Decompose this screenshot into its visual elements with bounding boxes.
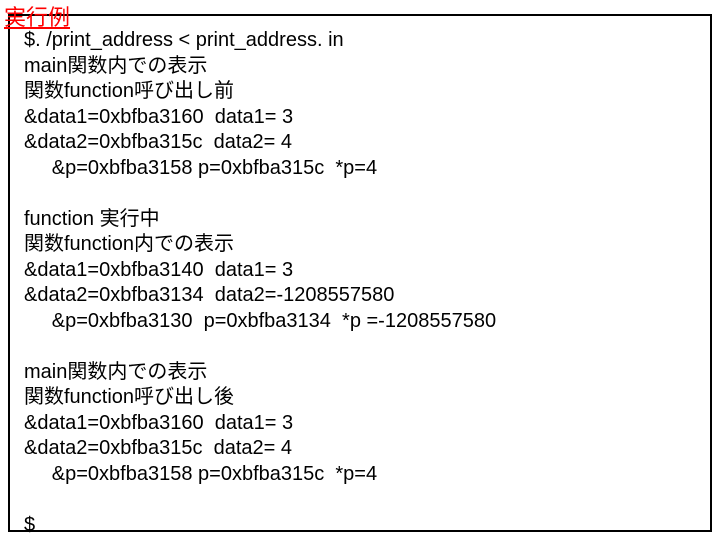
blank-line	[24, 335, 696, 360]
output-line: 関数function呼び出し後	[24, 385, 696, 411]
output-line: &data2=0xbfba315c data2= 4	[24, 436, 696, 462]
output-line: &data1=0xbfba3140 data1= 3	[24, 258, 696, 284]
page-container: 実行例 $. /print_address < print_address. i…	[0, 0, 720, 540]
output-line: &p=0xbfba3130 p=0xbfba3134 *p =-12085575…	[24, 309, 696, 335]
output-line: &data2=0xbfba3134 data2=-1208557580	[24, 283, 696, 309]
output-line: &data1=0xbfba3160 data1= 3	[24, 105, 696, 131]
shell-prompt: $	[24, 513, 696, 539]
output-line: &p=0xbfba3158 p=0xbfba315c *p=4	[24, 156, 696, 182]
output-line: &p=0xbfba3158 p=0xbfba315c *p=4	[24, 462, 696, 488]
section-title: 実行例	[4, 0, 70, 32]
output-line: main関数内での表示	[24, 360, 696, 386]
output-line: &data2=0xbfba315c data2= 4	[24, 130, 696, 156]
blank-line	[24, 488, 696, 513]
terminal-output-box: $. /print_address < print_address. in ma…	[8, 14, 712, 532]
output-line: 関数function内での表示	[24, 232, 696, 258]
output-line: 関数function呼び出し前	[24, 79, 696, 105]
output-line: main関数内での表示	[24, 54, 696, 80]
blank-line	[24, 182, 696, 207]
output-line: function 実行中	[24, 207, 696, 233]
output-line: &data1=0xbfba3160 data1= 3	[24, 411, 696, 437]
output-line: $. /print_address < print_address. in	[24, 28, 696, 54]
